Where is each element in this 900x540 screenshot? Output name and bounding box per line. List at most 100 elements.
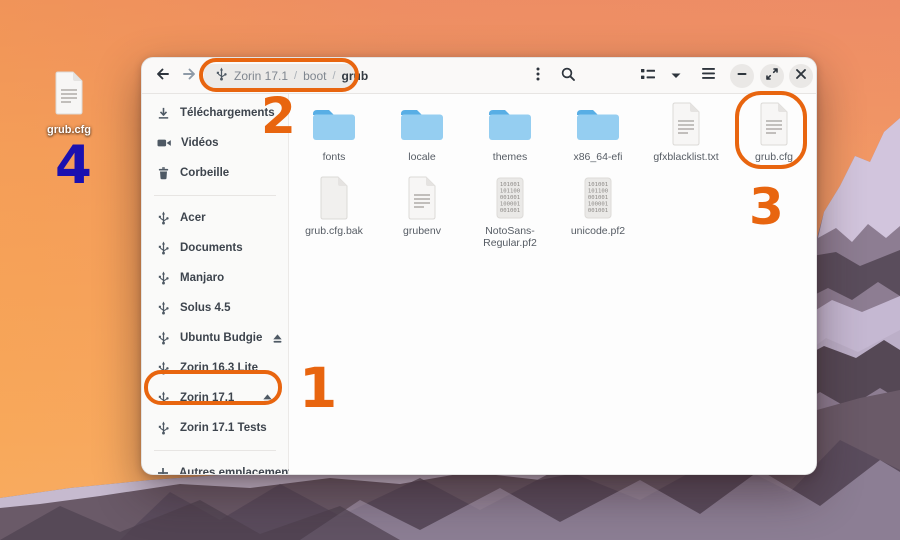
svg-text:100001: 100001 (500, 201, 520, 207)
kebab-menu-button[interactable] (526, 65, 550, 87)
breadcrumb-segment-zorin-17-1[interactable]: Zorin 17.1 (234, 69, 288, 83)
sidebar-separator (154, 195, 276, 196)
usb-icon (156, 240, 171, 256)
folder-icon (480, 100, 540, 148)
view-list-icon (640, 67, 656, 86)
eject-icon[interactable] (271, 332, 284, 345)
sidebar-item-telechargements[interactable]: Téléchargements (148, 98, 282, 128)
usb-icon (156, 300, 171, 316)
view-list-button[interactable] (636, 65, 660, 87)
svg-text:001001: 001001 (500, 195, 520, 201)
restore-icon (765, 67, 779, 86)
plus-icon (156, 466, 170, 475)
view-options-button[interactable] (666, 65, 686, 87)
breadcrumb[interactable]: Zorin 17.1/boot/grub (204, 64, 357, 88)
sidebar-item-corbeille[interactable]: Corbeille (148, 158, 282, 188)
minimize-button[interactable] (730, 64, 754, 88)
usb-icon (156, 210, 171, 226)
file-item-themes[interactable]: themes (466, 98, 554, 164)
forward-arrow-icon (181, 66, 198, 87)
search-button[interactable] (556, 65, 580, 87)
breadcrumb-segment-boot[interactable]: boot (303, 69, 326, 83)
back-button[interactable] (150, 65, 174, 87)
svg-text:101100: 101100 (588, 188, 608, 194)
sidebar-item-acer[interactable]: Acer (148, 203, 282, 233)
svg-text:100001: 100001 (588, 201, 608, 207)
close-icon (795, 67, 807, 85)
breadcrumb-segment-grub[interactable]: grub (342, 69, 369, 83)
file-binary-icon: 101001101100001001100001001001 (480, 174, 540, 222)
file-item-label: gfxblacklist.txt (653, 151, 718, 164)
minimize-icon (736, 67, 748, 85)
svg-text:001001: 001001 (588, 208, 608, 214)
file-item-gfxblacklist-txt[interactable]: gfxblacklist.txt (642, 98, 730, 164)
file-item-unicode-pf2[interactable]: 101001101100001001100001001001unicode.pf… (554, 172, 642, 238)
file-item-label: grubenv (403, 225, 441, 238)
desktop-file-grub-cfg[interactable]: grub.cfg (40, 70, 98, 136)
sidebar-item-label: Zorin 17.1 Tests (180, 422, 267, 434)
file-item-label: grub.cfg (755, 151, 793, 164)
sidebar-item-label: Manjaro (180, 272, 224, 284)
file-item-grub-cfg[interactable]: grub.cfg (730, 98, 817, 164)
sidebar-item-label: Vidéos (181, 137, 219, 149)
sidebar-item-label: Téléchargements (180, 107, 275, 119)
usb-icon (156, 360, 171, 376)
sidebar-item-videos[interactable]: Vidéos (148, 128, 282, 158)
breadcrumb-separator: / (332, 70, 335, 82)
file-item-label: x86_64-efi (573, 151, 622, 164)
svg-text:101001: 101001 (500, 182, 520, 188)
file-text-icon (744, 100, 804, 148)
sidebar-item-zorin-17-1-tests[interactable]: Zorin 17.1 Tests (148, 413, 282, 443)
file-item-x86-64-efi[interactable]: x86_64-efi (554, 98, 642, 164)
breadcrumb-separator: / (294, 70, 297, 82)
sidebar-item-zorin-17-1[interactable]: Zorin 17.1 (148, 383, 282, 413)
search-icon (560, 66, 576, 87)
forward-button[interactable] (177, 65, 201, 87)
file-blank-icon (304, 174, 364, 222)
file-grid-area: fonts locale themes x86_64-efi gfxblacklist.… (289, 94, 817, 474)
file-item-fonts[interactable]: fonts (290, 98, 378, 164)
sidebar-item-label: Zorin 16.3 Lite (180, 362, 258, 374)
file-binary-icon: 101001101100001001100001001001 (568, 174, 628, 222)
hamburger-menu-icon (701, 67, 716, 85)
file-item-label: themes (493, 151, 527, 164)
sidebar: Téléchargements Vidéos Corbeille Acer Docume… (142, 94, 289, 474)
sidebar-item-label: Solus 4.5 (180, 302, 231, 314)
sidebar-item-documents[interactable]: Documents (148, 233, 282, 263)
sidebar-item-label: Autres emplacements (179, 467, 299, 475)
file-item-label: locale (408, 151, 435, 164)
usb-icon (156, 270, 171, 286)
sidebar-item-zorin-16-3-lite[interactable]: Zorin 16.3 Lite (148, 353, 282, 383)
sidebar-item-ubuntu-budgie[interactable]: Ubuntu Budgie (148, 323, 282, 353)
svg-text:101100: 101100 (500, 188, 520, 194)
file-item-locale[interactable]: locale (378, 98, 466, 164)
trash-icon (156, 165, 171, 181)
desktop: grub.cfg Zorin 17.1 / boot / grub Télécharge… (0, 0, 900, 540)
eject-icon[interactable] (261, 392, 274, 405)
kebab-menu-icon (535, 66, 541, 87)
file-item-notosans-regular-pf2[interactable]: 101001101100001001100001001001NotoSans-R… (466, 172, 554, 250)
folder-icon (304, 100, 364, 148)
restore-button[interactable] (760, 64, 784, 88)
download-icon (156, 105, 171, 121)
sidebar-item-autres-emplacements[interactable]: Autres emplacements (148, 458, 282, 475)
annotation-number-4: 4 (55, 139, 92, 192)
file-item-grubenv[interactable]: grubenv (378, 172, 466, 238)
file-item-label: unicode.pf2 (571, 225, 625, 238)
sidebar-item-label: Corbeille (180, 167, 229, 179)
close-button[interactable] (789, 64, 813, 88)
usb-icon (156, 420, 171, 436)
sidebar-separator (154, 450, 276, 451)
sidebar-item-manjaro[interactable]: Manjaro (148, 263, 282, 293)
usb-icon (156, 330, 171, 346)
file-item-grub-cfg-bak[interactable]: grub.cfg.bak (290, 172, 378, 238)
folder-icon (568, 100, 628, 148)
main-menu-button[interactable] (696, 65, 720, 87)
sidebar-item-label: Documents (180, 242, 243, 254)
file-text-icon (51, 70, 87, 121)
svg-text:101001: 101001 (588, 182, 608, 188)
sidebar-item-solus-4-5[interactable]: Solus 4.5 (148, 293, 282, 323)
file-text-icon (392, 174, 452, 222)
sidebar-item-label: Zorin 17.1 (180, 392, 234, 404)
file-item-label: grub.cfg.bak (305, 225, 363, 238)
